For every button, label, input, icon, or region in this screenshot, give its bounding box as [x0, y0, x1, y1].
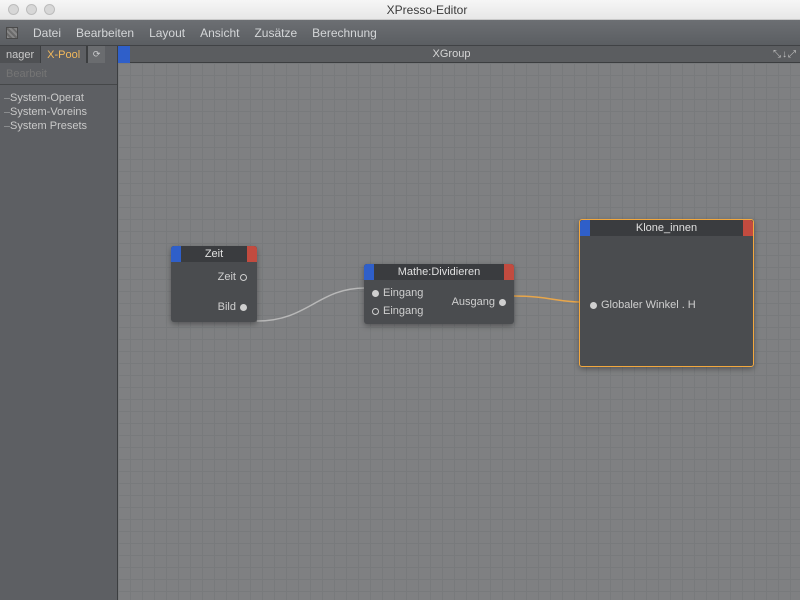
port-dot-icon[interactable]: [240, 274, 247, 281]
menu-datei[interactable]: Datei: [33, 26, 61, 40]
node-output-handle[interactable]: [247, 246, 257, 262]
sidebar-item-system-operat[interactable]: System-Operat: [0, 91, 117, 105]
port-dot-icon[interactable]: [372, 308, 379, 315]
canvas-title: XGroup: [130, 48, 773, 60]
node-output-handle[interactable]: [504, 264, 514, 280]
sidebar-item-system-presets[interactable]: System Presets: [0, 119, 117, 133]
node-zeit[interactable]: Zeit Zeit Bild: [171, 246, 257, 322]
port-dot-icon[interactable]: [590, 302, 597, 309]
port-zeit-out-zeit[interactable]: Zeit: [177, 268, 251, 286]
node-mathe-title: Mathe:Dividieren: [398, 266, 481, 278]
sidebar-tab-manager[interactable]: nager: [0, 46, 41, 63]
menu-berechnung[interactable]: Berechnung: [312, 26, 377, 40]
main-menu: Datei Bearbeiten Layout Ansicht Zusätze …: [0, 20, 800, 46]
canvas-header-handle[interactable]: [118, 46, 130, 63]
node-output-handle[interactable]: [743, 220, 753, 236]
port-dot-icon[interactable]: [240, 304, 247, 311]
node-mathe-dividieren[interactable]: Mathe:Dividieren Eingang Eingang: [364, 264, 514, 324]
node-input-handle[interactable]: [171, 246, 181, 262]
node-zeit-header[interactable]: Zeit: [171, 246, 257, 262]
node-klone-title: Klone_innen: [636, 222, 697, 234]
node-input-handle[interactable]: [580, 220, 590, 236]
port-dot-icon[interactable]: [372, 290, 379, 297]
port-zeit-out-bild[interactable]: Bild: [177, 298, 251, 316]
node-klone-header[interactable]: Klone_innen: [580, 220, 753, 236]
resize-diag-icon[interactable]: ⤡: [773, 49, 781, 60]
sidebar-search: 🔍: [0, 63, 117, 85]
sidebar-tab-xpool[interactable]: X-Pool: [41, 46, 87, 63]
resize-diag-icon[interactable]: ⤢: [788, 49, 796, 60]
port-mathe-in-2[interactable]: Eingang: [368, 302, 423, 320]
app-texture-icon: [6, 27, 18, 39]
window-titlebar: XPresso-Editor: [0, 0, 800, 20]
sidebar-tree: System-Operat System-Voreins System Pres…: [0, 85, 117, 139]
menu-zusaetze[interactable]: Zusätze: [254, 26, 297, 40]
node-canvas[interactable]: XGroup ⤡ ↓ ⤢ Zeit Zeit: [118, 46, 800, 600]
minimize-window-button[interactable]: [26, 4, 37, 15]
arrow-down-icon[interactable]: ↓: [782, 49, 787, 60]
menu-layout[interactable]: Layout: [149, 26, 185, 40]
node-mathe-header[interactable]: Mathe:Dividieren: [364, 264, 514, 280]
port-dot-icon[interactable]: [499, 299, 506, 306]
menu-ansicht[interactable]: Ansicht: [200, 26, 239, 40]
node-input-handle[interactable]: [364, 264, 374, 280]
sidebar: nager X-Pool ⟳ 🔍 System-Operat System-Vo…: [0, 46, 118, 600]
port-mathe-in-1[interactable]: Eingang: [368, 284, 423, 302]
canvas-header: XGroup ⤡ ↓ ⤢: [118, 46, 800, 63]
sidebar-item-system-voreins[interactable]: System-Voreins: [0, 105, 117, 119]
window-title: XPresso-Editor: [62, 3, 792, 17]
sidebar-tab-overflow-icon[interactable]: ⟳: [87, 46, 105, 63]
sidebar-tabs: nager X-Pool ⟳: [0, 46, 117, 63]
menu-bearbeiten[interactable]: Bearbeiten: [76, 26, 134, 40]
port-klone-in-winkel[interactable]: Globaler Winkel . H: [586, 296, 747, 314]
node-klone-innen[interactable]: Klone_innen Globaler Winkel . H: [579, 219, 754, 367]
port-mathe-out[interactable]: Ausgang: [452, 293, 510, 311]
zoom-window-button[interactable]: [44, 4, 55, 15]
node-zeit-title: Zeit: [205, 248, 223, 260]
close-window-button[interactable]: [8, 4, 19, 15]
